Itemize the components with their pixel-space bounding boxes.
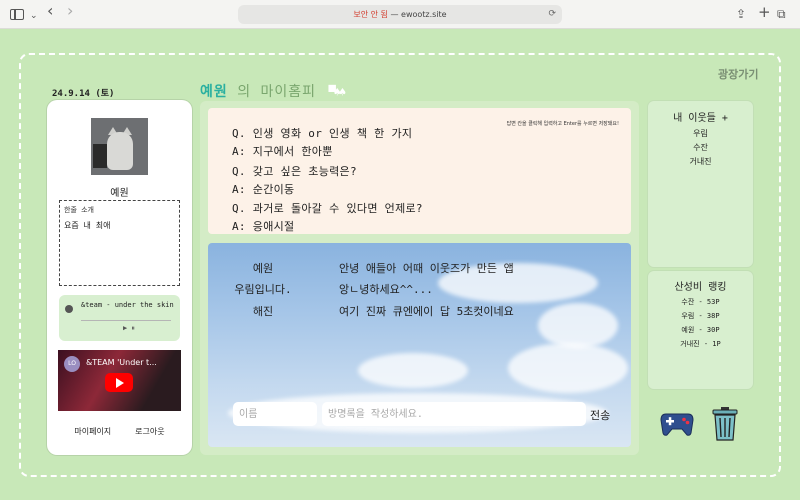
friend-item[interactable]: 우림 <box>648 128 753 139</box>
video-embed[interactable]: LO &TEAM 'Under t... <box>58 350 181 411</box>
url-separator: — <box>387 10 402 19</box>
sticker-icons: ▀♠♠ <box>328 85 346 99</box>
qa-question: Q. 과거로 돌아갈 수 있다면 언제로? <box>232 202 423 215</box>
profile-photo <box>91 118 148 175</box>
browser-toolbar: ⌄ ‹ › 보안 안 됨 — ewootz.site ⟳ ⇪ + ⧉ <box>0 0 800 29</box>
new-tab-button[interactable]: + <box>758 5 771 20</box>
progress-track[interactable] <box>81 320 171 321</box>
owner-name: 예원 <box>200 84 228 100</box>
entry-message: 여기 진짜 큐엔에이 답 5초컷이네요 <box>339 305 514 318</box>
send-button[interactable]: 전송 <box>590 407 610 423</box>
qa-box: 답변 칸을 클릭해 입력하고 Enter를 누르면 저장돼요! Q. 인생 영화… <box>208 108 631 234</box>
date-label: 24.9.14 (토) <box>52 89 115 99</box>
entry-message: 앙ㄴ녕하세요^^... <box>339 283 433 296</box>
video-title: &TEAM 'Under t... <box>86 358 157 367</box>
reload-icon[interactable]: ⟳ <box>548 5 556 24</box>
share-button[interactable]: ⇪ <box>736 7 746 21</box>
entry-author: 해진 <box>252 305 274 318</box>
friend-item[interactable]: 수잔 <box>648 142 753 153</box>
music-player: &team - under the skin ▶ ⏸ <box>59 295 180 341</box>
profile-links: 마이페이지 로그아웃 <box>47 426 192 437</box>
mypage-link[interactable]: 마이페이지 <box>74 427 111 436</box>
guestbook: 예원 안녕 애들아 어때 이웃즈가 만든 앱 우림입니다. 앙ㄴ녕하세요^^..… <box>208 243 631 447</box>
ranking-panel: 산성비 랭킹 수잔 - 53P 우림 - 38P 예원 - 30P 거내진 - … <box>648 271 753 389</box>
profile-name: 예원 <box>110 188 129 199</box>
address-bar[interactable]: 보안 안 됨 — ewootz.site ⟳ <box>238 5 562 24</box>
guestbook-message-input[interactable] <box>322 402 586 426</box>
friend-item[interactable]: 거내진 <box>648 156 753 167</box>
qa-answer[interactable]: A: 지구에서 한아뿐 <box>232 143 333 159</box>
ranking-heading: 산성비 랭킹 <box>674 282 727 293</box>
disc-icon <box>65 305 73 313</box>
forward-button[interactable]: › <box>67 3 73 19</box>
chevron-down-icon[interactable]: ⌄ <box>30 9 38 23</box>
back-button[interactable]: ‹ <box>47 3 53 19</box>
qa-hint: 답변 칸을 클릭해 입력하고 Enter를 누르면 저장돼요! <box>506 121 619 127</box>
youtube-play-icon[interactable] <box>105 373 133 392</box>
qa-answer[interactable]: A: 순간이동 <box>232 181 294 197</box>
tab-overview-button[interactable]: ⧉ <box>777 7 786 21</box>
friends-panel: 내 이웃들 + 우림 수잔 거내진 <box>648 101 753 267</box>
gamepad-icon[interactable] <box>660 411 694 437</box>
bio-text: 요즘 내 최애 <box>64 221 111 230</box>
ranking-item: 우림 - 38P <box>681 312 720 320</box>
title-suffix: 의 마이홈피 <box>227 84 326 100</box>
song-title: &team - under the skin <box>81 301 174 309</box>
bio-box[interactable]: 한줄 소개 요즘 내 최애 <box>59 200 180 286</box>
trash-can-icon[interactable] <box>710 406 740 442</box>
bio-label: 한줄 소개 <box>64 206 94 214</box>
qa-answer[interactable]: A: 응애시절 <box>232 218 294 234</box>
entry-message: 안녕 애들아 어때 이웃즈가 만든 앱 <box>339 262 514 275</box>
main-panel: 답변 칸을 클릭해 입력하고 Enter를 누르면 저장돼요! Q. 인생 영화… <box>200 101 639 455</box>
entry-author: 예원 <box>252 262 274 275</box>
qa-question: Q. 인생 영화 or 인생 책 한 가지 <box>232 127 413 140</box>
play-pause-controls[interactable]: ▶ ⏸ <box>123 324 135 333</box>
ranking-item: 수잔 - 53P <box>681 298 720 306</box>
page-title: 예원 의 마이홈피 ▀♠♠ <box>200 81 346 101</box>
entry-author: 우림입니다. <box>234 283 292 296</box>
friends-heading[interactable]: 내 이웃들 + <box>648 109 753 124</box>
channel-avatar: LO <box>64 356 80 372</box>
name-input[interactable] <box>233 402 317 426</box>
qa-question: Q. 갖고 싶은 초능력은? <box>232 165 357 178</box>
logout-link[interactable]: 로그아웃 <box>135 427 164 436</box>
insecure-warning: 보안 안 됨 <box>353 10 388 19</box>
sidebar-toggle-icon[interactable] <box>10 9 24 20</box>
plaza-link[interactable]: 광장가기 <box>718 66 758 82</box>
profile-card: 예원 한줄 소개 요즘 내 최애 &team - under the skin … <box>47 100 192 455</box>
ranking-item: 예원 - 30P <box>681 326 720 334</box>
ranking-item: 거내진 - 1P <box>680 340 721 348</box>
url-host: ewootz.site <box>401 10 447 19</box>
